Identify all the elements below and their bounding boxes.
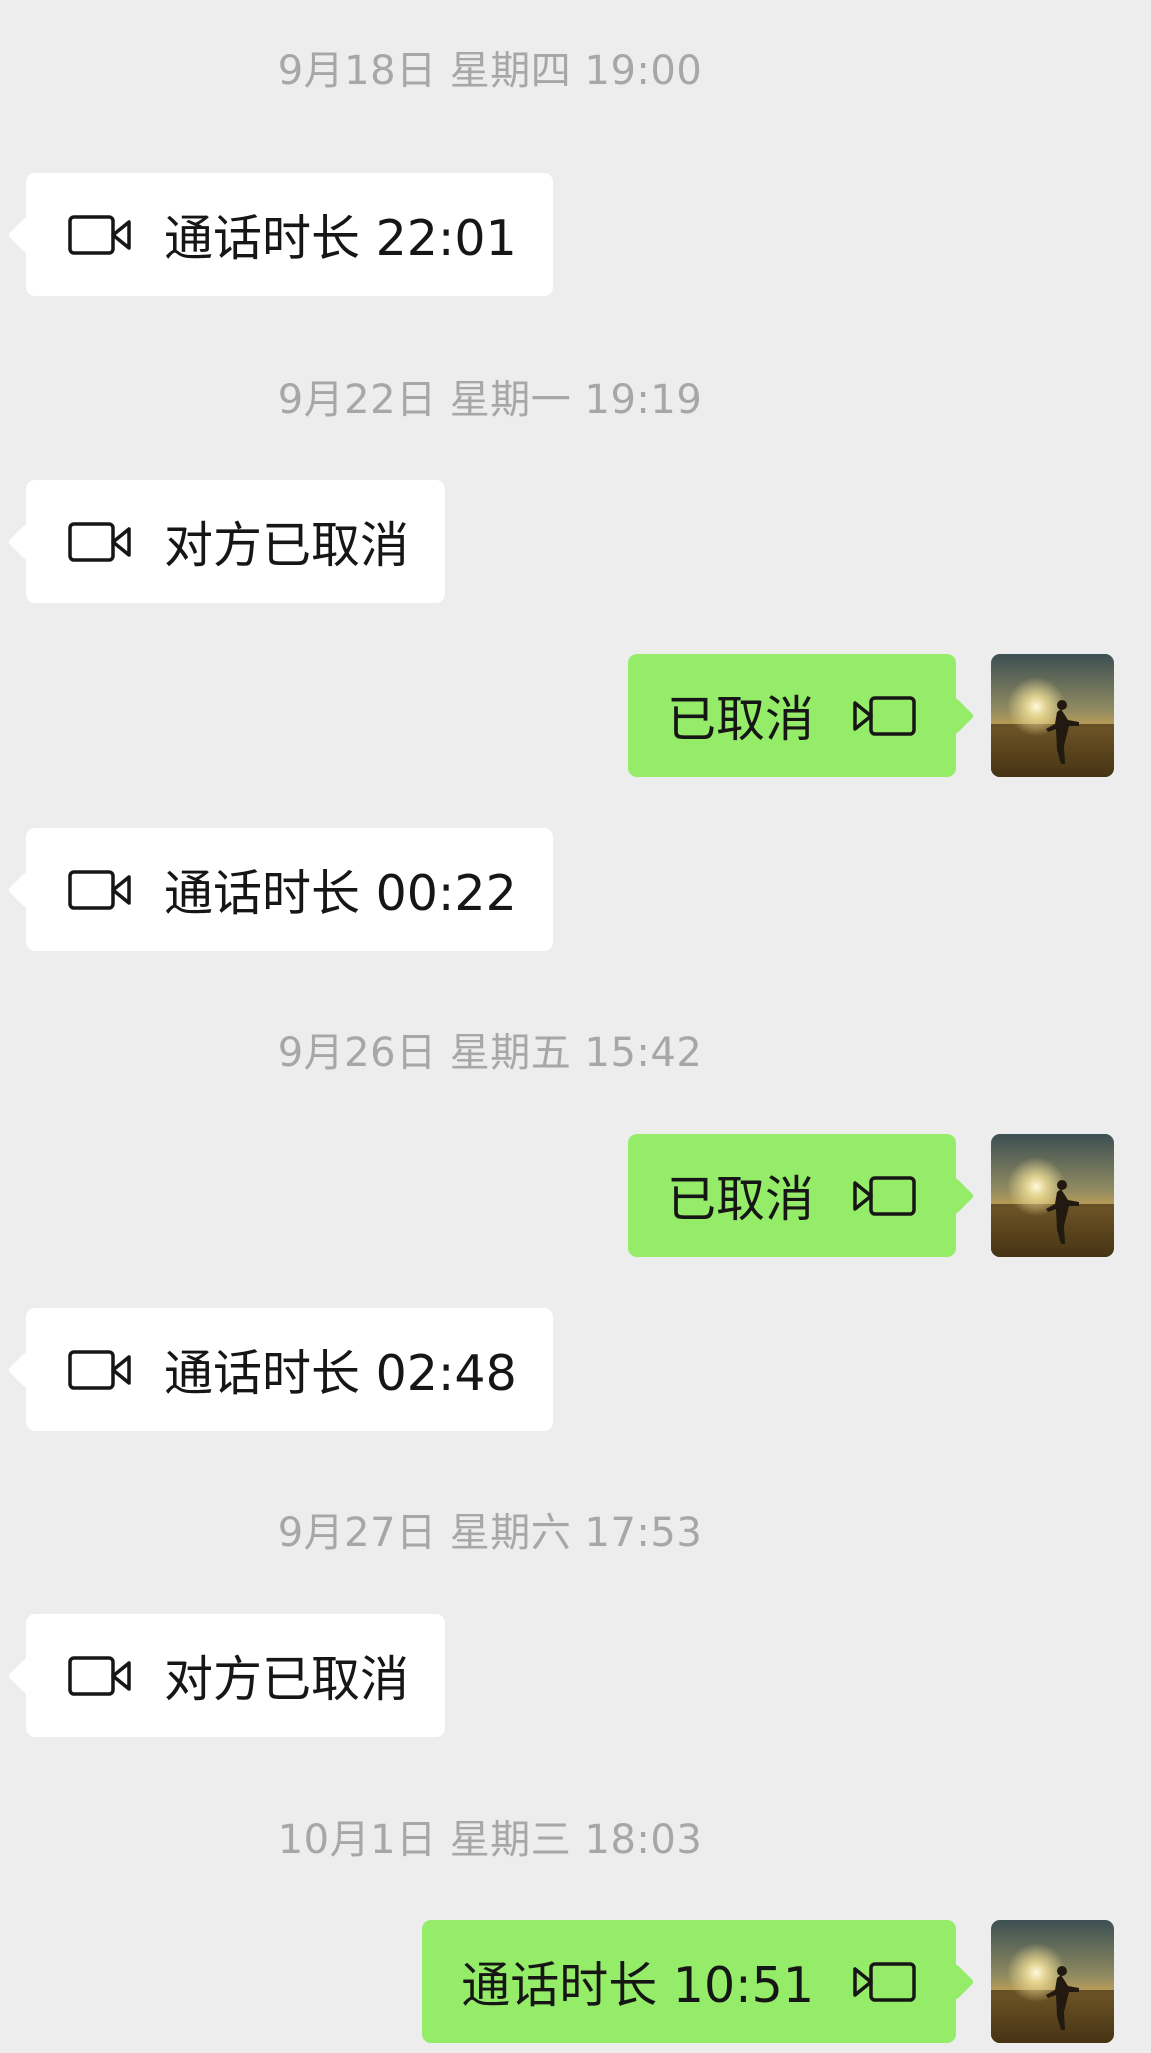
timestamp: 9月18日 星期四 19:00 xyxy=(277,48,703,94)
incoming-video-call-message[interactable]: 通话时长 00:22 xyxy=(26,828,553,951)
call-status-text: 通话时长 10:51 xyxy=(461,1957,814,2014)
call-status-text: 通话时长 22:01 xyxy=(164,210,517,267)
incoming-video-call-message[interactable]: 对方已取消 xyxy=(26,1614,446,1737)
call-status-text: 对方已取消 xyxy=(164,1651,410,1708)
call-status-text: 通话时长 00:22 xyxy=(164,865,517,922)
chat-window: 9月18日 星期四 19:00 通话时长 22:01 9月22日 星期一 19:… xyxy=(0,0,1151,2053)
video-call-icon xyxy=(68,521,132,562)
outgoing-video-call-message[interactable]: 通话时长 10:51 xyxy=(422,1920,956,2043)
timestamp: 9月26日 星期五 15:42 xyxy=(277,1030,703,1076)
outgoing-video-call-message[interactable]: 已取消 xyxy=(627,654,956,777)
video-call-icon xyxy=(68,1655,132,1696)
incoming-video-call-message[interactable]: 对方已取消 xyxy=(26,480,446,603)
timestamp: 9月22日 星期一 19:19 xyxy=(277,377,703,423)
video-call-icon xyxy=(68,1349,132,1390)
timestamp: 10月1日 星期三 18:03 xyxy=(277,1817,703,1863)
incoming-video-call-message[interactable]: 通话时长 22:01 xyxy=(26,173,553,296)
avatar[interactable] xyxy=(991,1134,1114,1257)
call-status-text: 对方已取消 xyxy=(164,517,410,574)
video-call-icon xyxy=(68,869,132,910)
avatar[interactable] xyxy=(991,1920,1114,2043)
timestamp: 9月27日 星期六 17:53 xyxy=(277,1510,703,1556)
video-call-icon xyxy=(68,214,132,255)
call-status-text: 已取消 xyxy=(666,1171,814,1228)
video-call-icon xyxy=(852,1175,916,1216)
outgoing-video-call-message[interactable]: 已取消 xyxy=(627,1134,956,1257)
avatar[interactable] xyxy=(991,654,1114,777)
video-call-icon xyxy=(852,1961,916,2002)
video-call-icon xyxy=(852,695,916,736)
call-status-text: 通话时长 02:48 xyxy=(164,1345,517,1402)
incoming-video-call-message[interactable]: 通话时长 02:48 xyxy=(26,1308,553,1431)
call-status-text: 已取消 xyxy=(666,691,814,748)
